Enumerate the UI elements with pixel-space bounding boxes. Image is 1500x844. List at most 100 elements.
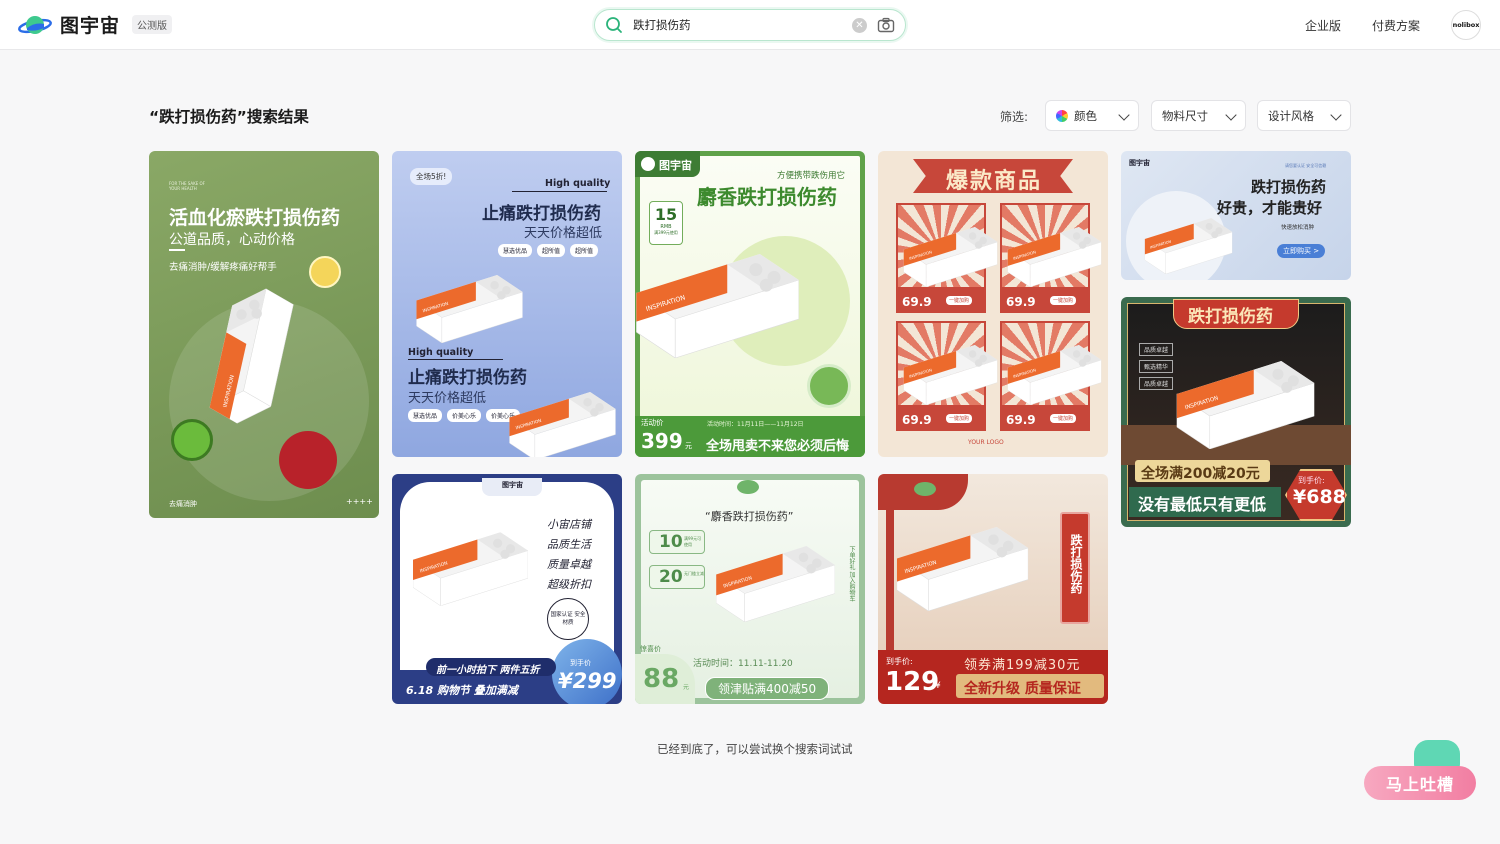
discount-badge: 全场5折! — [410, 168, 453, 185]
top-header: 图宇宙 公测版 ✕ 企业版 付费方案 nolibox — [0, 0, 1500, 50]
medicine-box-image — [1144, 218, 1233, 274]
card-logo-text: 图宇宙 — [502, 481, 523, 489]
filter-size-label: 物料尺寸 — [1162, 108, 1208, 123]
result-card-2[interactable]: 全场5折! High quality 止痛跌打损伤药 天天价格超低 慧选优品 超… — [392, 151, 622, 457]
deal-text: 全场满200减20元 — [1141, 466, 1260, 482]
coupon: 10 满99元可使用 — [649, 530, 705, 554]
card-footer-left: 去痛消肿 — [169, 500, 197, 508]
tag: 慧选优品 — [498, 244, 533, 257]
filter-style-dropdown[interactable]: 设计风格 — [1257, 100, 1351, 131]
camera-icon[interactable] — [877, 17, 895, 33]
price: ¥688 — [1293, 486, 1346, 508]
tag: 超所值 — [537, 244, 566, 257]
page-title: “跌打损伤药”搜索结果 — [149, 108, 309, 126]
price-unit: 元 — [685, 442, 692, 450]
tag: 慧选优品 — [408, 409, 443, 422]
filter-label: 筛选: — [1000, 110, 1029, 124]
add-to-cart-button[interactable]: 一键加购 — [946, 296, 973, 305]
herb-seal-icon — [807, 364, 851, 408]
feedback-button[interactable]: 马上吐槽 — [1364, 740, 1476, 802]
result-card-7[interactable]: 图宇宙 小宙店铺 品质生活 质量卓越 超级折扣 国家认证 安全材质 前一小时拍下… — [392, 474, 622, 704]
deal-text: 领津贴满400减50 — [705, 677, 830, 700]
card-desc: 快速放松消肿 — [1281, 225, 1315, 231]
price: 399 — [641, 429, 683, 453]
coupon: 20 无门槛立减 — [649, 565, 705, 589]
price: 69.9 — [902, 413, 932, 427]
coupon-number: 20 — [659, 567, 683, 587]
feature-line: 质量卓越 — [547, 558, 591, 571]
card-corner-text: 请您要认证 安全可信赖 — [1285, 163, 1327, 168]
nav-enterprise[interactable]: 企业版 — [1305, 17, 1341, 34]
search-bar[interactable]: ✕ — [594, 9, 906, 41]
card-subtitle: 公道品质，心动价格 — [169, 232, 295, 248]
coupon-number: 15 — [654, 205, 678, 224]
beta-badge: 公测版 — [132, 15, 173, 34]
activity-time: 活动时间：11月11日——11月12日 — [707, 421, 804, 428]
card-title: 止痛跌打损伤药 — [482, 204, 601, 224]
product-tile[interactable]: 69.9 一键加购 — [896, 203, 998, 313]
card-subtitle: 好贵，才能贵好 — [1217, 199, 1323, 217]
card-title: 跌打损伤药 — [1188, 307, 1273, 327]
card-slogan: 没有最低只有更低 — [1138, 495, 1267, 514]
result-card-6[interactable]: 跌打损伤药 品质卓越 甄选精华 品质卓越 全场满200减20元 没有最低只有更低… — [1121, 297, 1351, 527]
feature-line: 品质生活 — [547, 538, 591, 551]
card-title: 活血化瘀跌打损伤药 — [169, 207, 341, 229]
add-to-cart-button[interactable]: 一键加购 — [946, 414, 973, 423]
feature-line: 超级折扣 — [547, 578, 591, 591]
price: 69.9 — [1006, 295, 1036, 309]
divider — [169, 249, 185, 251]
medicine-box-image — [636, 254, 799, 358]
medicine-box-image — [413, 532, 528, 606]
add-to-cart-button[interactable]: 一键加购 — [1050, 414, 1077, 423]
card-slogan: 全场甩卖不来您必须后悔 — [706, 439, 850, 454]
tag-row: 慧选优品 超所值 超所值 — [498, 244, 599, 257]
price-label: 到手价: — [886, 657, 913, 666]
price: ¥299 — [558, 669, 617, 693]
add-to-cart-button[interactable]: 一键加购 — [1050, 296, 1077, 305]
result-card-1[interactable]: FOR THE SAKE OF YOUR HEALTH 活血化瘀跌打损伤药 公道… — [149, 151, 379, 518]
card-small-text: FOR THE SAKE OF YOUR HEALTH — [169, 181, 205, 191]
deal-text: 领券满199减30元 — [964, 658, 1081, 673]
medicine-box-image — [716, 546, 835, 622]
medicine-box-image — [509, 392, 616, 457]
result-card-3[interactable]: 图宇宙 方便携带跌伤用它 麝香跌打损伤药 15 RMB 满399元使用 活动价 … — [635, 151, 865, 457]
coupon-note: 满99元可使用 — [684, 536, 702, 547]
avatar[interactable]: nolibox — [1451, 10, 1481, 40]
tag: 品质卓越 — [1139, 343, 1174, 356]
vertical-title: 跌打损伤药 — [1069, 534, 1083, 594]
pomegranate-icon — [279, 431, 337, 489]
card-footer-right: ++++ — [346, 497, 373, 506]
chevron-down-icon — [1118, 109, 1130, 121]
coupon: 15 RMB 满399元使用 — [649, 201, 683, 245]
price-label: 惊喜价 — [640, 645, 661, 653]
buy-now-button[interactable]: 立即购买 > — [1277, 244, 1326, 258]
nav-pricing[interactable]: 付费方案 — [1372, 17, 1420, 34]
quality-text: 全新升级 质量保证 — [964, 681, 1081, 697]
result-card-4[interactable]: 爆款商品 69.9 一键加购 69.9 一键加购 69.9 一键加购 69.9 … — [878, 151, 1108, 457]
card-title: “麝香跌打损伤药” — [705, 510, 794, 523]
product-tile[interactable]: 69.9 一键加购 — [1000, 321, 1102, 431]
filter-color-dropdown[interactable]: 颜色 — [1045, 100, 1139, 131]
tag: 价美心乐 — [447, 409, 482, 422]
result-card-5[interactable]: 图宇宙 请您要认证 安全可信赖 跌打损伤药 好贵，才能贵好 快速放松消肿 立即购… — [1121, 151, 1351, 280]
price: 69.9 — [902, 295, 932, 309]
product-tile[interactable]: 69.9 一键加购 — [896, 321, 998, 431]
card-en-text: High quality — [545, 178, 611, 189]
result-card-8[interactable]: “麝香跌打损伤药” 10 满99元可使用 20 无门槛立减 下单好礼 加入购物车… — [635, 474, 865, 704]
card-desc: 去痛消肿/缓解疼痛好帮手 — [169, 262, 277, 273]
card-tagline: 方便携带跌伤用它 — [777, 171, 846, 181]
product-tile[interactable]: 69.9 一键加购 — [1000, 203, 1102, 313]
planet-logo-icon — [18, 12, 52, 38]
planet-logo-icon — [737, 480, 759, 494]
logo[interactable]: 图宇宙 公测版 — [18, 11, 173, 38]
chevron-down-icon — [1225, 109, 1237, 121]
filter-size-dropdown[interactable]: 物料尺寸 — [1151, 100, 1246, 131]
card-subtitle: 天天价格超低 — [524, 226, 603, 241]
card-title: 跌打损伤药 — [1251, 178, 1327, 196]
close-circle-icon[interactable]: ✕ — [852, 17, 867, 33]
filter-color-label: 颜色 — [1074, 108, 1097, 123]
result-card-9[interactable]: 跌打损伤药 到手价: 129 ¥ 领券满199减30元 全新升级 质量保证 — [878, 474, 1108, 704]
card-title: 爆款商品 — [946, 169, 1043, 194]
search-input[interactable] — [633, 18, 852, 32]
certified-seal: 国家认证 安全材质 — [547, 598, 589, 640]
